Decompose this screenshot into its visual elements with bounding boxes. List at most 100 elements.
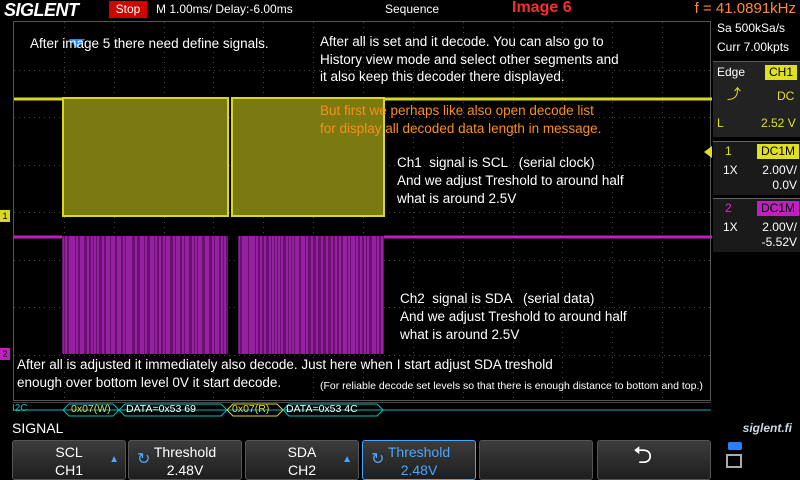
trigger-panel[interactable]: Edge CH1 ⤴ DC L 2.52 V [713,61,800,137]
grid-dot [413,222,414,223]
grid-dot [599,212,600,213]
grid-dot [214,70,215,71]
grid-dot [562,372,563,373]
grid-dot [662,117,663,118]
sda-threshold-button[interactable]: ↻ Threshold 2.48V [362,440,476,480]
grid-dot [313,377,314,378]
grid-dot [562,222,563,223]
grid-dot [669,117,670,118]
grid-dot [413,352,414,353]
ch1-number: 1 [725,144,732,158]
grid-dot [662,287,663,288]
grid-dot [562,282,563,283]
grid-dot [662,322,663,323]
knob-icon: ↻ [137,451,151,468]
grid-dot [589,260,590,261]
grid-dot [394,260,395,261]
grid-dot [612,242,613,243]
sda-source-button[interactable]: SDA CH2 ▲ [245,440,359,480]
grid-dot [689,307,690,308]
back-button[interactable]: ⮌ [597,440,711,480]
grid-dot [539,212,540,213]
ch1-settings-panel[interactable]: 1 DC1M 1X 2.00V/ 0.0V [713,141,800,195]
grid-dot [229,307,230,308]
grid-dot [289,70,290,71]
grid-dot [29,307,30,308]
grid-dot [513,242,514,243]
grid-dot [269,70,270,71]
grid-dot [164,87,165,88]
waveform-display[interactable]: After image 5 there need define signals.… [13,21,712,401]
grid-dot [662,157,663,158]
grid-dot [612,112,613,113]
ch2-settings-panel[interactable]: 2 DC1M 1X 2.00V/ -5.52V [713,198,800,252]
grid-dot [674,260,675,261]
grid-dot [24,212,25,213]
empty-softkey[interactable] [479,440,593,480]
ch1-level-marker[interactable]: 1 [0,210,10,222]
grid-dot [134,70,135,71]
grid-dot [562,257,563,258]
grid-dot [513,282,514,283]
grid-dot [463,212,464,213]
grid-dot [413,287,414,288]
grid-dot [674,212,675,213]
grid-dot [499,212,500,213]
run-status-badge[interactable]: Stop [109,1,147,18]
grid-dot [609,212,610,213]
ch2-level-marker[interactable]: 2 [0,348,10,360]
grid-dot [639,117,640,118]
scl-source-button[interactable]: SCL CH1 ▲ [12,440,126,480]
grid-dot [509,260,510,261]
grid-dot [704,70,705,71]
grid-dot [64,77,65,78]
grid-dot [194,70,195,71]
grid-dot [612,367,613,368]
grid-dot [619,117,620,118]
grid-dot [114,222,115,223]
grid-dot [669,165,670,166]
scl-threshold-button[interactable]: ↻ Threshold 2.48V [128,440,242,480]
grid-dot [674,165,675,166]
grid-dot [463,252,464,253]
grid-dot [313,27,314,28]
grid-dot [64,92,65,93]
grid-dot [674,307,675,308]
grid-dot [539,260,540,261]
grid-dot [662,247,663,248]
ch1-probe: 1X [723,163,738,177]
grid-dot [584,355,585,356]
grid-dot [562,212,563,213]
grid-dot [662,47,663,48]
grid-dot [213,87,214,88]
acquisition-mode: Sequence [385,2,440,16]
grid-dot [554,355,555,356]
grid-dot [469,212,470,213]
softkey-menu: SCL CH1 ▲ ↻ Threshold 2.48V SDA CH2 ▲ ↻ … [0,438,800,480]
ch2-number: 2 [725,201,732,215]
grid-dot [589,70,590,71]
grid-dot [99,70,100,71]
grid-dot [469,260,470,261]
grid-dot [662,277,663,278]
grid-dot [662,52,663,53]
grid-dot [562,192,563,193]
decode-protocol-label: I2C [12,403,28,414]
grid-dot [213,82,214,83]
grid-dot [694,165,695,166]
grid-dot [213,52,214,53]
grid-dot [413,247,414,248]
grid-dot [612,72,613,73]
grid-dot [562,362,563,363]
grid-dot [689,260,690,261]
menu-title-bar: SIGNAL siglent.fi [0,420,800,438]
grid-dot [604,117,605,118]
grid-dot [294,70,295,71]
grid-dot [413,207,414,208]
grid-dot [562,202,563,203]
i2c-decode-bar[interactable]: I2C 0x07(W) DATA=0x53 69 0x07(R) DATA=0x… [12,402,711,417]
grid-dot [554,212,555,213]
decode-packet1-data: DATA=0x53 69 [126,403,196,415]
grid-dot [164,22,165,23]
grid-dot [694,260,695,261]
